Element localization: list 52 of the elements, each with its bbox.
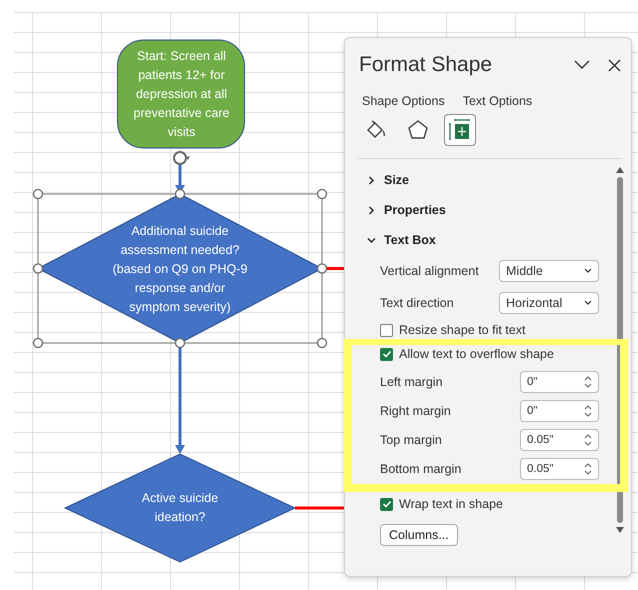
checkbox[interactable] [380, 498, 393, 510]
field-label: Right margin [380, 404, 451, 418]
field-label: Left margin [380, 374, 443, 388]
resize-handle[interactable] [174, 188, 186, 200]
section-header[interactable]: Size [345, 165, 615, 195]
field-label: Vertical alignment [380, 264, 479, 278]
spin-arrows-icon [584, 462, 592, 476]
resize-handle[interactable] [316, 338, 328, 348]
section-header[interactable]: Text Box [345, 225, 615, 255]
spin-box[interactable]: 0" [520, 370, 599, 392]
field-label: Text direction [380, 296, 454, 310]
flowchart-text: Active suicide ideation? [140, 490, 220, 526]
checkbox[interactable] [380, 348, 393, 360]
dropdown[interactable]: Horizontal [499, 292, 599, 314]
dropdown[interactable]: Middle [499, 260, 599, 282]
scroll-up-icon[interactable] [616, 167, 624, 173]
spin-arrows-icon [584, 374, 592, 388]
pane-title: Format Shape [359, 53, 492, 77]
section-header[interactable]: Properties [345, 195, 615, 225]
flowchart-text: Start: Screen all patients 12+ for depression at all preventative care visits [132, 48, 230, 141]
chevron-down-icon [367, 236, 376, 244]
spin-arrows-icon [584, 404, 592, 418]
field-label: Bottom margin [380, 462, 462, 476]
field-label: Top margin [380, 432, 442, 446]
caret-icon [584, 268, 592, 274]
resize-handle[interactable] [174, 338, 186, 348]
checkbox-label: Allow text to overflow shape [399, 347, 554, 361]
spin-box[interactable]: 0" [520, 400, 599, 422]
resize-handle[interactable] [32, 338, 44, 348]
resize-handle[interactable] [32, 188, 44, 200]
caret-icon [584, 300, 592, 306]
checkbox[interactable] [380, 324, 393, 336]
spin-box[interactable]: 0.05" [520, 428, 599, 450]
columns-button[interactable]: Columns... [380, 524, 458, 546]
connector-line [295, 506, 344, 510]
rotate-handle-icon[interactable] [173, 151, 190, 165]
chevron-down-icon[interactable] [574, 60, 590, 70]
flowchart-text: Additional suicide assessment needed? (based on Q9 on PHQ-9 response and/or symptom severity) [112, 223, 248, 316]
close-icon[interactable] [608, 58, 621, 72]
resize-handle[interactable] [32, 263, 44, 274]
chevron-right-icon [367, 206, 376, 214]
resize-handle[interactable] [316, 188, 328, 200]
scroll-down-icon[interactable] [616, 527, 624, 533]
resize-handle[interactable] [316, 263, 328, 274]
checkbox-label: Resize shape to fit text [399, 323, 526, 337]
options-tab[interactable]: Text Options [462, 94, 532, 108]
spin-box[interactable]: 0.05" [520, 458, 599, 480]
spin-arrows-icon [584, 432, 592, 446]
options-tab[interactable]: Shape Options [362, 94, 445, 108]
checkbox-label: Wrap text in shape [399, 497, 503, 511]
chevron-right-icon [367, 176, 376, 184]
text-box-layout-icon[interactable] [444, 114, 476, 146]
